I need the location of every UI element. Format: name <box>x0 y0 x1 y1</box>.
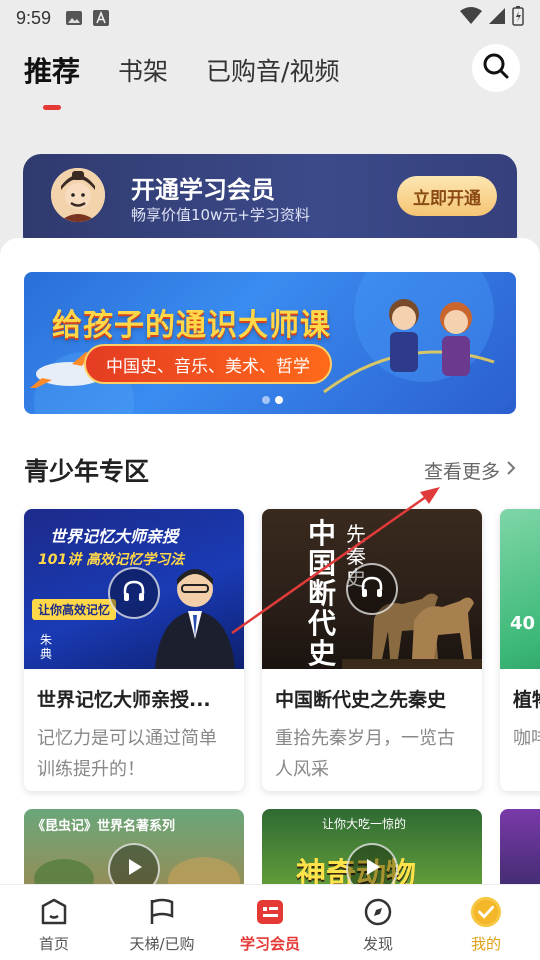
cover-title: 世界记忆大师亲授 <box>50 527 179 546</box>
nav-ladder-purchased[interactable]: 天梯/已购 <box>108 885 216 960</box>
nav-label: 天梯/已购 <box>129 935 195 953</box>
nav-label: 学习会员 <box>239 935 300 953</box>
chevron-right-icon <box>506 459 516 481</box>
compass-icon <box>361 895 395 929</box>
cover-presenter-image <box>155 569 235 669</box>
bottom-navigation: 首页 天梯/已购 学习会员 发现 我的 <box>0 884 540 960</box>
nav-label: 首页 <box>38 935 69 953</box>
course-title: 世界记忆大师亲授... <box>37 689 211 711</box>
section-title: 青少年专区 <box>24 457 150 486</box>
vip-mascot-avatar <box>51 168 105 222</box>
course-card-plants[interactable]: 40 植物 咖啡的 <box>500 509 540 791</box>
course-title: 中国断代史之先秦史 <box>275 689 447 711</box>
course-description: 重拾先秦岁月，一览古人风采 <box>275 728 455 780</box>
vip-open-button[interactable]: 立即开通 <box>397 176 497 216</box>
vip-title: 开通学习会员 <box>131 176 275 204</box>
vip-subtitle: 畅享价值10w元+学习资料 <box>131 206 310 224</box>
nav-home[interactable]: 首页 <box>0 885 108 960</box>
signal-icon <box>488 7 506 30</box>
play-button[interactable] <box>108 843 160 888</box>
battery-icon <box>512 5 524 31</box>
nav-study-member[interactable]: 学习会员 <box>216 885 324 960</box>
see-more-label: 查看更多 <box>423 460 500 483</box>
nav-discover[interactable]: 发现 <box>324 885 432 960</box>
nav-label: 发现 <box>362 935 393 953</box>
play-icon <box>123 856 145 882</box>
search-icon <box>482 52 510 84</box>
course-description: 咖啡的 <box>513 728 540 749</box>
hero-subject-pill: 中国史、音乐、美术、哲学 <box>84 344 332 384</box>
carousel-dot-active <box>275 396 283 404</box>
course-card-pre-qin-history[interactable]: 中国断代史 先秦史 中国断代史之先秦史 重拾先秦岁月，一览古人风采 <box>262 509 482 791</box>
wifi-icon <box>460 6 482 30</box>
profile-check-icon <box>469 895 503 929</box>
youth-section-header: 青少年专区 查看更多 <box>24 450 516 490</box>
status-bar: 9:59 <box>0 0 540 36</box>
tab-bookshelf[interactable]: 书架 <box>118 52 168 88</box>
flag-icon <box>145 895 179 929</box>
course-cover: 世界记忆大师亲授 101讲 高效记忆学习法 让你高效记忆 朱典 <box>24 509 244 669</box>
cover-tag: 让你高效记忆 <box>32 599 117 620</box>
nav-label: 我的 <box>470 935 501 953</box>
home-icon <box>37 895 71 929</box>
course-cover: 中国断代史 先秦史 <box>262 509 482 669</box>
status-time: 9:59 <box>16 7 52 28</box>
cover-title: 40 <box>510 613 536 634</box>
play-button[interactable] <box>346 843 398 888</box>
course-cover: 40 <box>500 509 540 669</box>
cover-author: 朱典 <box>40 633 53 661</box>
nav-mine[interactable]: 我的 <box>432 885 540 960</box>
cover-subtitle: 让你大吃一惊的 <box>322 817 407 831</box>
cover-title: 中国断代史 <box>308 517 337 670</box>
see-more-link[interactable]: 查看更多 <box>424 457 516 484</box>
headphones-icon <box>359 574 385 604</box>
font-notification-icon <box>93 10 111 26</box>
course-title: 植物 <box>513 689 540 711</box>
headphones-icon <box>121 578 147 608</box>
hero-carousel-banner[interactable]: 给孩子的通识大师课 中国史、音乐、美术、哲学 <box>24 272 516 414</box>
course-description: 记忆力是可以通过简单训练提升的！ <box>37 728 217 780</box>
content-sheet: 给孩子的通识大师课 中国史、音乐、美术、哲学 青少年专区 查看更多 世界记忆大师… <box>0 238 540 888</box>
course-card-insects[interactable]: 《昆虫记》世界名著系列 <box>24 809 244 888</box>
image-notification-icon <box>65 10 83 26</box>
carousel-dot <box>262 396 270 404</box>
tab-recommended[interactable]: 推荐 <box>24 50 80 110</box>
top-tab-bar: 推荐 书架 已购音/视频 <box>24 44 520 110</box>
play-button[interactable] <box>108 567 160 619</box>
tab-purchased-media[interactable]: 已购音/视频 <box>206 52 339 88</box>
play-button[interactable] <box>346 563 398 615</box>
course-card-partial[interactable] <box>500 809 540 888</box>
search-button[interactable] <box>472 44 520 92</box>
play-icon <box>361 856 383 882</box>
hero-title: 给孩子的通识大师课 <box>52 308 331 343</box>
member-card-icon <box>253 895 287 929</box>
carousel-indicator <box>262 396 283 404</box>
course-card-memory[interactable]: 世界记忆大师亲授 101讲 高效记忆学习法 让你高效记忆 朱典 世界记忆大师亲授… <box>24 509 244 791</box>
course-card-animals[interactable]: 让你大吃一惊的 神奇动物 <box>262 809 482 888</box>
